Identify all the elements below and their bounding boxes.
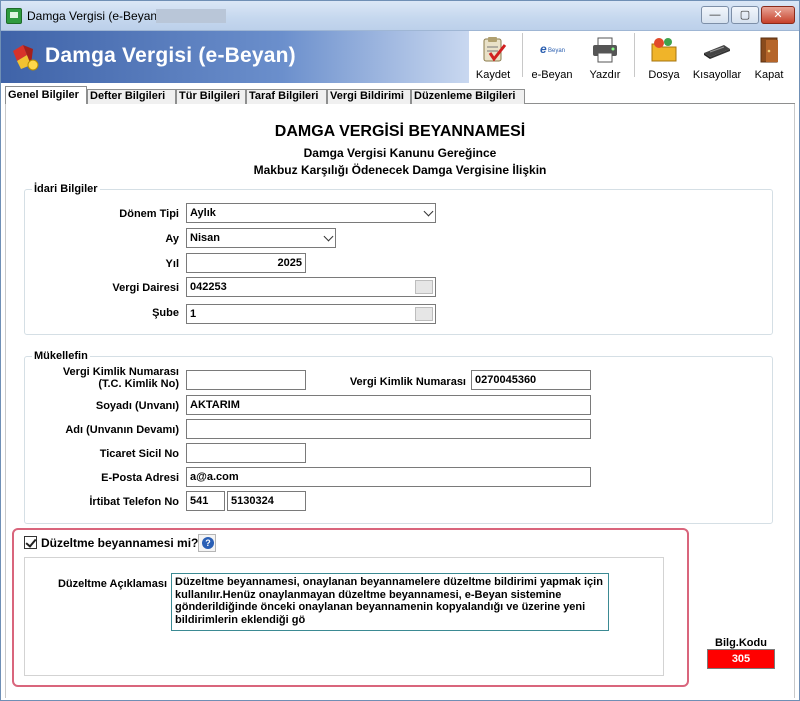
ticaret-sicil-label: Ticaret Sicil No (99, 448, 179, 460)
ay-value: Nisan (190, 232, 220, 244)
toolbar-separator (634, 33, 635, 77)
duzeltme-aciklama-textarea[interactable]: Düzeltme beyannamesi, onaylanan beyannam… (171, 573, 609, 631)
close-window-button[interactable]: ✕ (761, 6, 795, 24)
duzeltme-checkbox-label[interactable]: Düzeltme beyannamesi mi? (41, 536, 198, 550)
telefon-area-code-input[interactable]: 541 (186, 491, 225, 511)
mukellefin-legend: Mükellefin (32, 350, 90, 362)
print-button[interactable]: Yazdır (579, 33, 631, 81)
telefon-number-input[interactable]: 5130324 (227, 491, 306, 511)
soyadi-label: Soyadı (Unvanı) (95, 400, 179, 412)
form-subtitle-2: Makbuz Karşılığı Ödenecek Damga Vergisin… (253, 163, 547, 177)
shortcuts-label: Kısayollar (692, 69, 742, 81)
donem-tipi-select[interactable]: Aylık (186, 203, 436, 223)
vergi-dairesi-value: 042253 (190, 281, 227, 293)
window-title: Damga Vergisi (e-Beyan) (27, 9, 162, 23)
printer-icon (593, 37, 617, 63)
eposta-label: E-Posta Adresi (101, 472, 179, 484)
print-label: Yazdır (589, 69, 621, 81)
folder-icon (651, 38, 677, 62)
tab-tur-bilgileri[interactable]: Tür Bilgileri (176, 89, 246, 104)
eposta-input[interactable]: a@a.com (186, 467, 591, 487)
ebeyan-icon: e Beyan (540, 42, 565, 56)
bilg-kodu-label: Bilg.Kodu (715, 637, 767, 649)
minimize-button[interactable]: — (701, 6, 729, 24)
main-window: Damga Vergisi (e-Beyan) — ▢ ✕ Damga Verg… (0, 0, 800, 701)
stamp-logo-icon (13, 45, 39, 71)
tckn-label-line2: (T.C. Kimlik No) (98, 378, 179, 390)
title-bar: Damga Vergisi (e-Beyan) — ▢ ✕ (1, 1, 799, 31)
header-title: Damga Vergisi (e-Beyan) (45, 44, 296, 67)
sube-label: Şube (152, 307, 179, 319)
vkn-input[interactable]: 0270045360 (471, 370, 591, 390)
app-icon (6, 8, 22, 24)
ay-select[interactable]: Nisan (186, 228, 336, 248)
form-title: DAMGA VERGİSİ BEYANNAMESİ (274, 123, 526, 140)
header-band: Damga Vergisi (e-Beyan) (1, 31, 469, 83)
vergi-dairesi-label: Vergi Dairesi (112, 282, 179, 294)
save-button[interactable]: Kaydet (467, 33, 519, 81)
adi-input[interactable] (186, 419, 591, 439)
save-clipboard-icon (483, 37, 507, 62)
sube-value: 1 (190, 308, 197, 320)
duzeltme-checkbox[interactable] (24, 536, 37, 549)
vergi-dairesi-lookup-button[interactable] (415, 280, 433, 294)
file-label: Dosya (648, 69, 680, 81)
svg-text:e: e (540, 42, 547, 56)
telefon-label: İrtibat Telefon No (89, 496, 179, 508)
sube-input[interactable]: 1 (186, 304, 436, 324)
form-subtitle-1: Damga Vergisi Kanunu Gereğince (303, 146, 497, 160)
close-app-button[interactable]: Kapat (743, 33, 795, 81)
vkn-label: Vergi Kimlik Numarası (349, 376, 466, 388)
adi-label: Adı (Unvanın Devamı) (65, 424, 179, 436)
shortcuts-button[interactable]: Kısayollar (691, 33, 743, 81)
toolbar-separator (522, 33, 523, 77)
save-label: Kaydet (475, 69, 511, 81)
idari-bilgiler-legend: İdari Bilgiler (32, 183, 100, 195)
ay-label: Ay (165, 233, 179, 245)
maximize-button[interactable]: ▢ (731, 6, 759, 24)
soyadi-input[interactable]: AKTARIM (186, 395, 591, 415)
exit-door-icon (760, 37, 778, 63)
tab-vergi-bildirimi[interactable]: Vergi Bildirimi (327, 89, 411, 104)
ebeyan-button[interactable]: e Beyan e-Beyan (526, 33, 578, 81)
sube-lookup-button[interactable] (415, 307, 433, 321)
yil-label: Yıl (165, 258, 179, 270)
ticaret-sicil-input[interactable] (186, 443, 306, 463)
duzeltme-aciklama-label: Düzeltme Açıklaması (57, 578, 167, 590)
tab-duzenleme-bilgileri[interactable]: Düzenleme Bilgileri (411, 89, 525, 104)
bilg-kodu-value: 305 (707, 649, 775, 669)
vergi-dairesi-input[interactable]: 042253 (186, 277, 436, 297)
donem-tipi-label: Dönem Tipi (119, 208, 179, 220)
tab-defter-bilgileri[interactable]: Defter Bilgileri (87, 89, 176, 104)
ebeyan-icon-text: Beyan (548, 48, 565, 54)
tckn-input[interactable] (186, 370, 306, 390)
tab-taraf-bilgileri[interactable]: Taraf Bilgileri (246, 89, 327, 104)
help-icon[interactable] (198, 534, 216, 552)
ebeyan-label: e-Beyan (531, 69, 573, 81)
donem-tipi-value: Aylık (190, 207, 216, 219)
keyboard-icon (704, 45, 730, 59)
chevron-down-icon (323, 231, 334, 242)
tab-genel-bilgiler[interactable]: Genel Bilgiler (5, 86, 87, 105)
file-button[interactable]: Dosya (638, 33, 690, 81)
tckn-label-line1: Vergi Kimlik Numarası (62, 366, 179, 378)
chevron-down-icon (423, 206, 434, 217)
yil-input[interactable]: 2025 (186, 253, 306, 273)
tab-strip: Genel Bilgiler Defter Bilgileri Tür Bilg… (5, 86, 795, 105)
title-redacted-block (156, 9, 226, 23)
close-app-label: Kapat (754, 69, 784, 81)
header: Damga Vergisi (e-Beyan) Kaydet e Beyan e… (1, 31, 799, 83)
